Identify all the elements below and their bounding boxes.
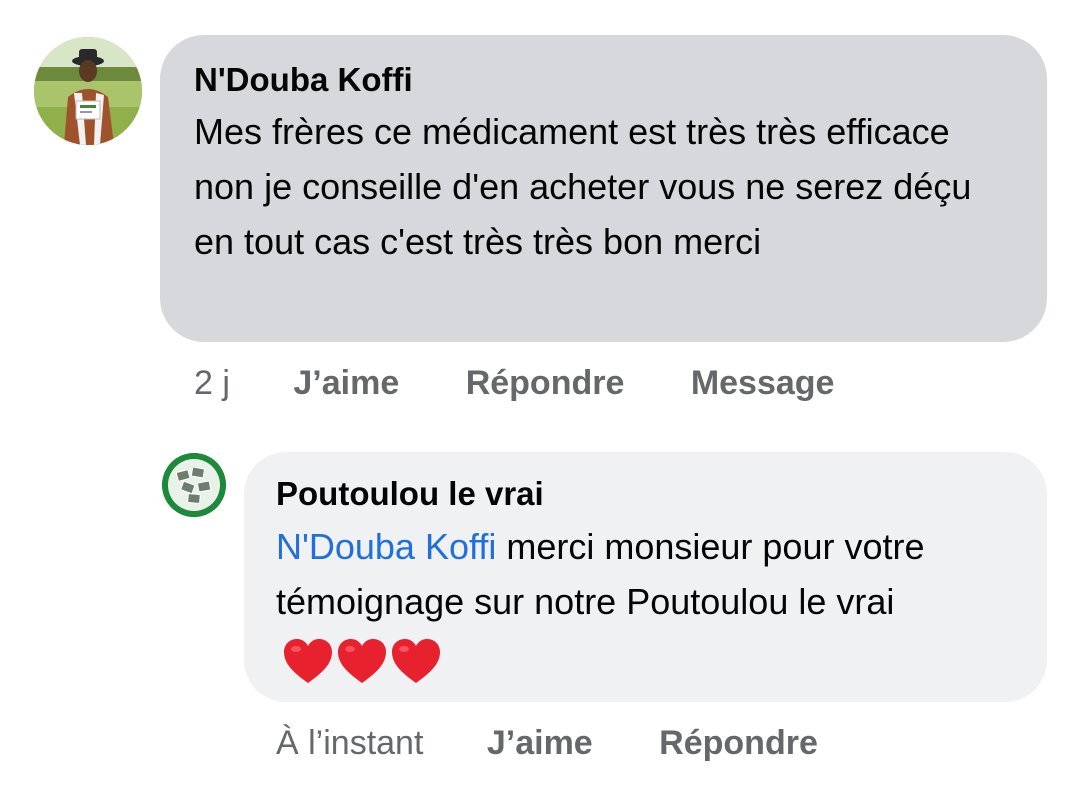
reply-bubble[interactable]: Poutoulou le vrai N'Douba Koffi merci mo… — [244, 452, 1047, 702]
comment-timestamp[interactable]: 2 j — [194, 360, 230, 406]
comment-actions: 2 j J’aime Répondre Message — [194, 360, 834, 406]
red-heart-icon — [338, 639, 386, 683]
user-photo-icon — [34, 37, 142, 145]
comment-author[interactable]: N'Douba Koffi — [194, 58, 1013, 102]
product-logo-icon — [162, 453, 226, 517]
like-button[interactable]: J’aime — [293, 360, 399, 406]
like-button[interactable]: J’aime — [487, 720, 593, 766]
comment-bubble[interactable]: N'Douba Koffi Mes frères ce médicament e… — [160, 35, 1047, 342]
reply-timestamp[interactable]: À l’instant — [276, 720, 423, 766]
reply-button[interactable]: Répondre — [659, 720, 818, 766]
comment-text: Mes frères ce médicament est très très e… — [194, 111, 972, 262]
message-button[interactable]: Message — [691, 360, 835, 406]
page-avatar-poutoulou[interactable] — [162, 453, 226, 517]
reply-author[interactable]: Poutoulou le vrai — [276, 472, 1015, 516]
heart-emojis — [282, 637, 444, 692]
reply-button[interactable]: Répondre — [466, 360, 625, 406]
user-avatar-ndouba-koffi[interactable] — [34, 37, 142, 145]
reply-actions: À l’instant J’aime Répondre — [276, 720, 818, 766]
red-heart-icon — [392, 639, 440, 683]
mention-link[interactable]: N'Douba Koffi — [276, 526, 496, 567]
reply-text-block: N'Douba Koffi merci monsieur pour votre … — [276, 519, 1015, 692]
red-heart-icon — [284, 639, 332, 683]
